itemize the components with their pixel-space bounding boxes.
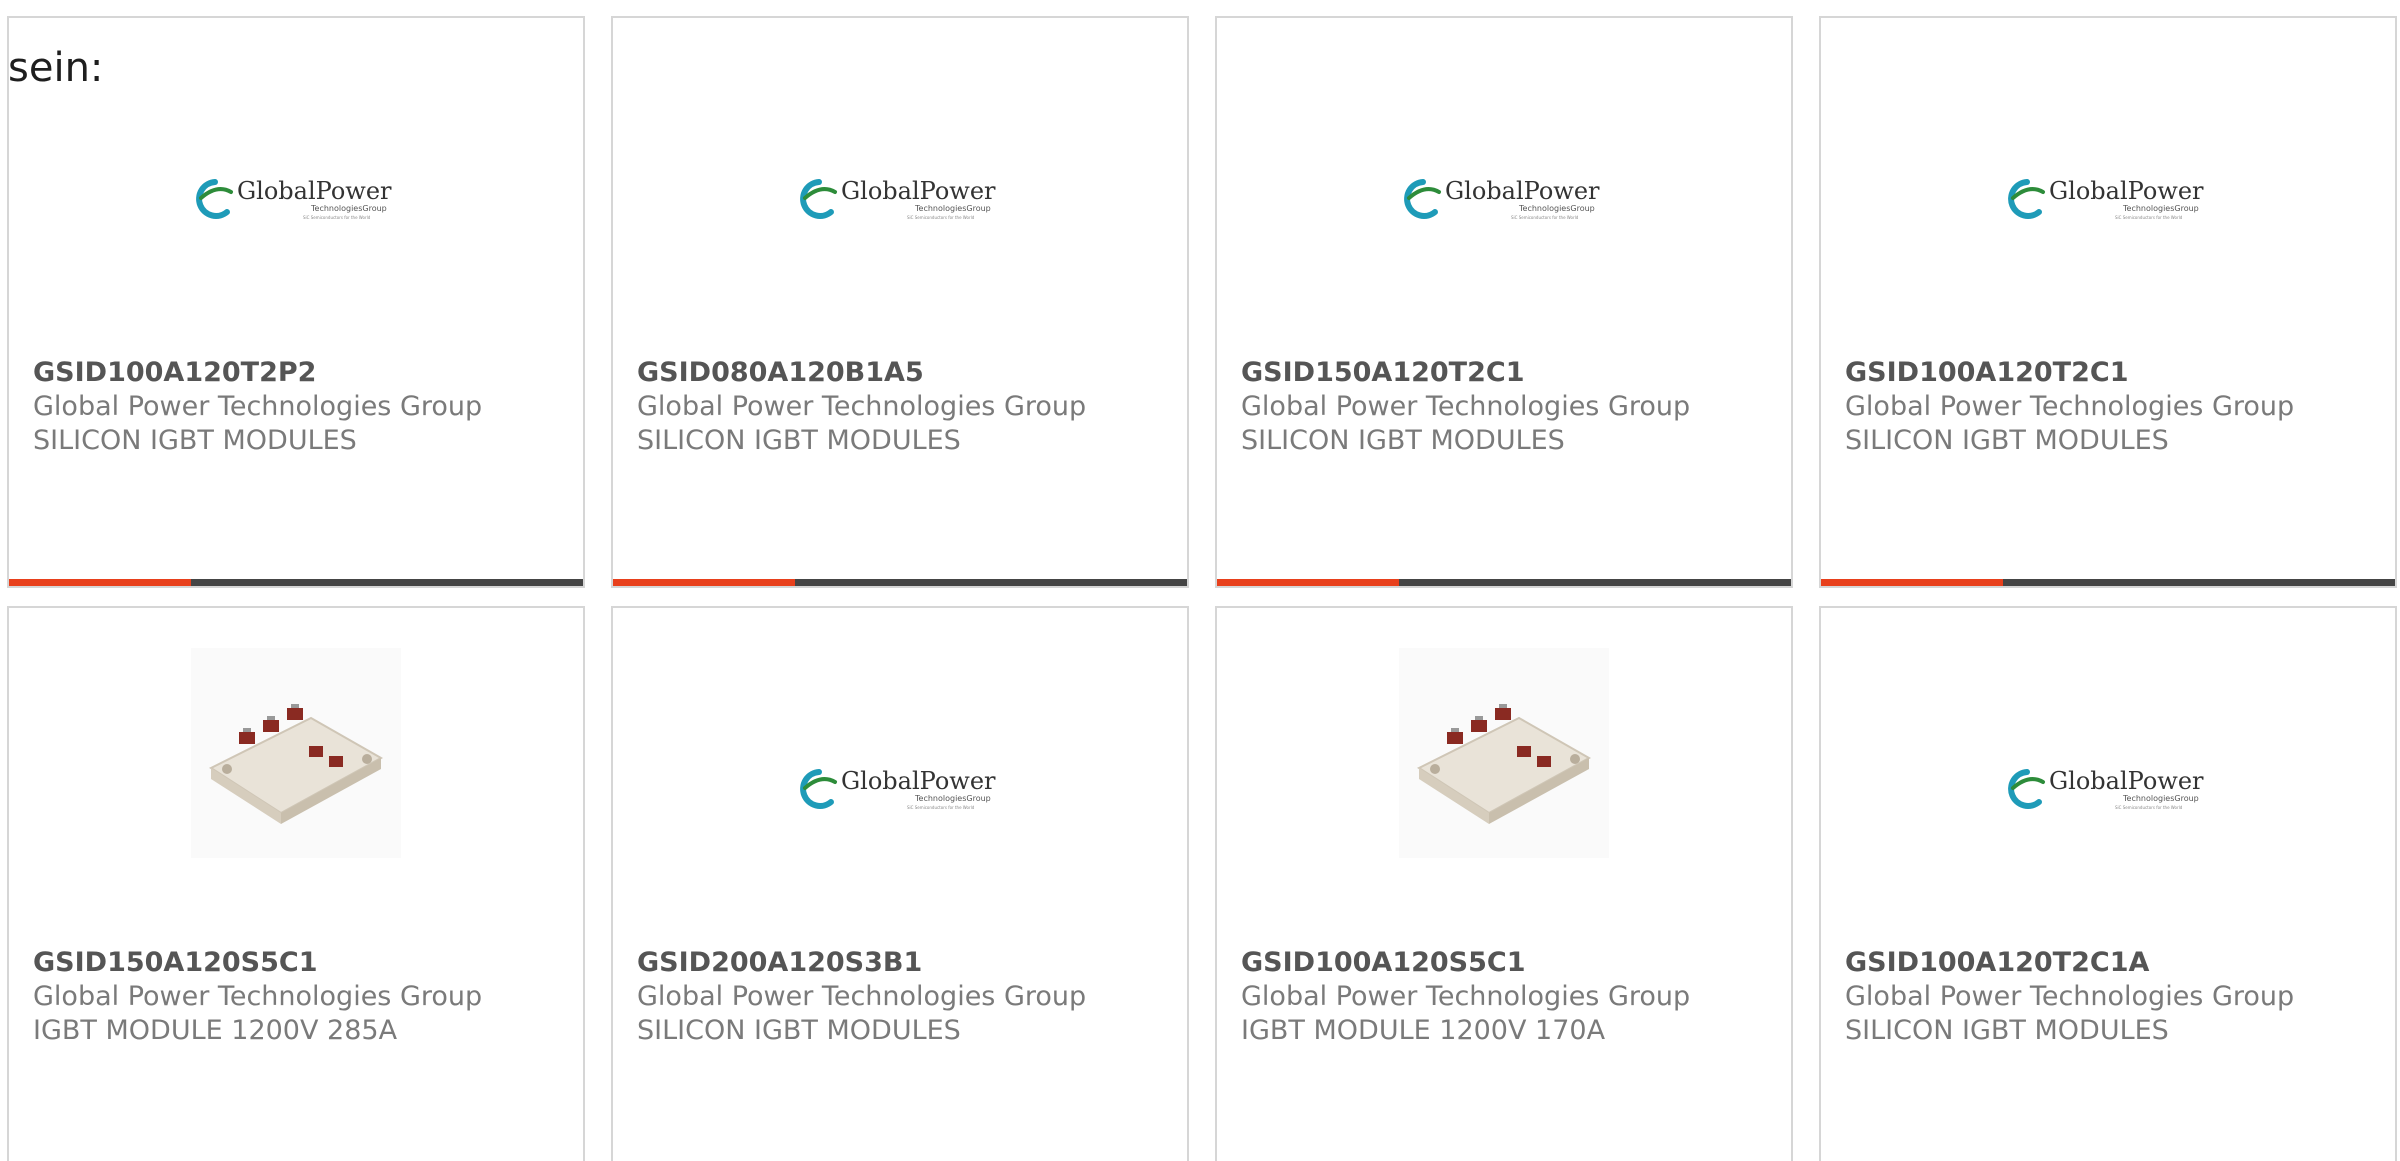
globalpower-logo: GlobalPower TechnologiesGroup SiC Semico… bbox=[196, 177, 392, 220]
description: SILICON IGBT MODULES bbox=[1845, 425, 2169, 456]
globalpower-logo: GlobalPower TechnologiesGroup SiC Semico… bbox=[1404, 177, 1600, 220]
manufacturer: Global Power Technologies Group bbox=[33, 981, 483, 1012]
globalpower-logo: GlobalPower TechnologiesGroup SiC Semico… bbox=[800, 177, 996, 220]
product-thumbnail: GlobalPower TechnologiesGroup SiC Semico… bbox=[613, 648, 1187, 868]
product-card[interactable]: GSID100A120S5C1 Global Power Technologie… bbox=[1215, 606, 1793, 1161]
igbt-module-image bbox=[1399, 648, 1609, 858]
product-thumbnail bbox=[1217, 648, 1791, 868]
description: IGBT MODULE 1200V 285A bbox=[33, 1015, 398, 1046]
product-page: sein: GlobalPower TechnologiesGroup SiC … bbox=[0, 0, 2400, 1161]
part-number[interactable]: GSID200A120S3B1 bbox=[637, 946, 1167, 980]
svg-text:GlobalPower: GlobalPower bbox=[841, 767, 996, 795]
svg-text:SiC Semiconductors for the Wor: SiC Semiconductors for the World bbox=[907, 215, 975, 220]
svg-text:TechnologiesGroup: TechnologiesGroup bbox=[2122, 794, 2199, 803]
description: SILICON IGBT MODULES bbox=[1845, 1015, 2169, 1046]
product-card[interactable]: GlobalPower TechnologiesGroup SiC Semico… bbox=[611, 606, 1189, 1161]
part-number[interactable]: GSID100A120T2P2 bbox=[33, 356, 563, 390]
card-bar-accent bbox=[613, 579, 795, 586]
product-thumbnail: GlobalPower TechnologiesGroup SiC Semico… bbox=[1821, 648, 2395, 868]
manufacturer: Global Power Technologies Group bbox=[1845, 981, 2295, 1012]
manufacturer: Global Power Technologies Group bbox=[637, 981, 1087, 1012]
igbt-module-image bbox=[191, 648, 401, 858]
product-card[interactable]: GlobalPower TechnologiesGroup SiC Semico… bbox=[1819, 16, 2397, 588]
card-bar-accent bbox=[9, 579, 191, 586]
svg-text:TechnologiesGroup: TechnologiesGroup bbox=[1518, 204, 1595, 213]
svg-text:TechnologiesGroup: TechnologiesGroup bbox=[914, 204, 991, 213]
part-number[interactable]: GSID100A120T2C1A bbox=[1845, 946, 2375, 980]
manufacturer: Global Power Technologies Group bbox=[1241, 391, 1691, 422]
globalpower-logo: GlobalPower TechnologiesGroup SiC Semico… bbox=[2008, 177, 2204, 220]
svg-text:SiC Semiconductors for the Wor: SiC Semiconductors for the World bbox=[2115, 805, 2183, 810]
description: SILICON IGBT MODULES bbox=[1241, 425, 1565, 456]
part-number[interactable]: GSID100A120T2C1 bbox=[1845, 356, 2375, 390]
card-bar-accent bbox=[1821, 579, 2003, 586]
card-bar-accent bbox=[1217, 579, 1399, 586]
svg-text:GlobalPower: GlobalPower bbox=[2049, 767, 2204, 795]
svg-text:SiC Semiconductors for the Wor: SiC Semiconductors for the World bbox=[303, 215, 371, 220]
card-bar bbox=[1821, 579, 2395, 586]
svg-text:TechnologiesGroup: TechnologiesGroup bbox=[914, 794, 991, 803]
svg-text:GlobalPower: GlobalPower bbox=[1445, 177, 1600, 205]
product-thumbnail: GlobalPower TechnologiesGroup SiC Semico… bbox=[1821, 58, 2395, 278]
product-thumbnail: GlobalPower TechnologiesGroup SiC Semico… bbox=[613, 58, 1187, 278]
part-number[interactable]: GSID080A120B1A5 bbox=[637, 356, 1167, 390]
product-card[interactable]: GlobalPower TechnologiesGroup SiC Semico… bbox=[7, 16, 585, 588]
manufacturer: Global Power Technologies Group bbox=[1845, 391, 2295, 422]
svg-text:TechnologiesGroup: TechnologiesGroup bbox=[310, 204, 387, 213]
svg-text:GlobalPower: GlobalPower bbox=[841, 177, 996, 205]
svg-text:GlobalPower: GlobalPower bbox=[2049, 177, 2204, 205]
product-card[interactable]: GlobalPower TechnologiesGroup SiC Semico… bbox=[1215, 16, 1793, 588]
globalpower-logo: GlobalPower TechnologiesGroup SiC Semico… bbox=[800, 767, 996, 810]
manufacturer: Global Power Technologies Group bbox=[1241, 981, 1691, 1012]
svg-text:GlobalPower: GlobalPower bbox=[237, 177, 392, 205]
globalpower-logo: GlobalPower TechnologiesGroup SiC Semico… bbox=[2008, 767, 2204, 810]
svg-text:SiC Semiconductors for the Wor: SiC Semiconductors for the World bbox=[907, 805, 975, 810]
product-thumbnail: GlobalPower TechnologiesGroup SiC Semico… bbox=[1217, 58, 1791, 278]
product-card[interactable]: GlobalPower TechnologiesGroup SiC Semico… bbox=[611, 16, 1189, 588]
card-bar bbox=[613, 579, 1187, 586]
product-card[interactable]: GSID150A120S5C1 Global Power Technologie… bbox=[7, 606, 585, 1161]
product-thumbnail bbox=[9, 648, 583, 868]
card-bar bbox=[9, 579, 583, 586]
description: SILICON IGBT MODULES bbox=[33, 425, 357, 456]
description: SILICON IGBT MODULES bbox=[637, 425, 961, 456]
description: SILICON IGBT MODULES bbox=[637, 1015, 961, 1046]
manufacturer: Global Power Technologies Group bbox=[637, 391, 1087, 422]
intro-text: sein: bbox=[8, 45, 104, 91]
description: IGBT MODULE 1200V 170A bbox=[1241, 1015, 1606, 1046]
card-bar bbox=[1217, 579, 1791, 586]
part-number[interactable]: GSID100A120S5C1 bbox=[1241, 946, 1771, 980]
manufacturer: Global Power Technologies Group bbox=[33, 391, 483, 422]
product-card[interactable]: GlobalPower TechnologiesGroup SiC Semico… bbox=[1819, 606, 2397, 1161]
part-number[interactable]: GSID150A120S5C1 bbox=[33, 946, 563, 980]
svg-text:SiC Semiconductors for the Wor: SiC Semiconductors for the World bbox=[2115, 215, 2183, 220]
part-number[interactable]: GSID150A120T2C1 bbox=[1241, 356, 1771, 390]
svg-text:TechnologiesGroup: TechnologiesGroup bbox=[2122, 204, 2199, 213]
svg-text:SiC Semiconductors for the Wor: SiC Semiconductors for the World bbox=[1511, 215, 1579, 220]
